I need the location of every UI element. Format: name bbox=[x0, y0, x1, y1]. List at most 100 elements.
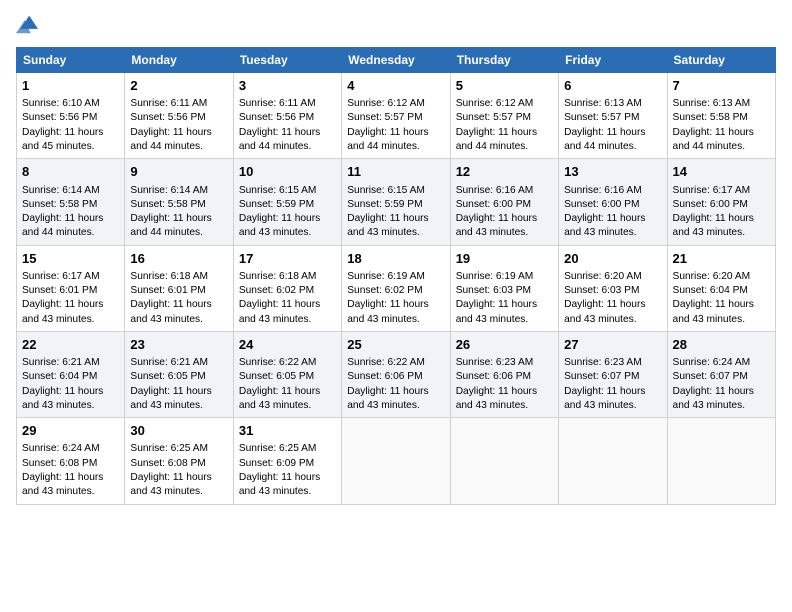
day-number: 21 bbox=[673, 250, 770, 268]
sunset-text: Sunset: 5:59 PM bbox=[347, 199, 422, 210]
sunset-text: Sunset: 6:04 PM bbox=[22, 371, 97, 382]
sunrise-text: Sunrise: 6:15 AM bbox=[239, 185, 317, 196]
day-number: 15 bbox=[22, 250, 119, 268]
daylight-text: Daylight: 11 hours and 43 minutes. bbox=[564, 299, 645, 324]
day-number: 8 bbox=[22, 163, 119, 181]
sunset-text: Sunset: 5:56 PM bbox=[22, 112, 97, 123]
day-number: 11 bbox=[347, 163, 444, 181]
page: SundayMondayTuesdayWednesdayThursdayFrid… bbox=[0, 0, 792, 612]
calendar-header-row: SundayMondayTuesdayWednesdayThursdayFrid… bbox=[17, 48, 776, 73]
day-number: 1 bbox=[22, 77, 119, 95]
sunrise-text: Sunrise: 6:25 AM bbox=[130, 443, 208, 454]
day-number: 23 bbox=[130, 336, 227, 354]
calendar-cell: 27Sunrise: 6:23 AMSunset: 6:07 PMDayligh… bbox=[559, 331, 667, 417]
daylight-text: Daylight: 11 hours and 45 minutes. bbox=[22, 127, 103, 152]
calendar-cell: 29Sunrise: 6:24 AMSunset: 6:08 PMDayligh… bbox=[17, 418, 125, 504]
daylight-text: Daylight: 11 hours and 43 minutes. bbox=[564, 213, 645, 238]
day-number: 24 bbox=[239, 336, 336, 354]
sunset-text: Sunset: 6:08 PM bbox=[22, 458, 97, 469]
calendar-week-4: 22Sunrise: 6:21 AMSunset: 6:04 PMDayligh… bbox=[17, 331, 776, 417]
daylight-text: Daylight: 11 hours and 43 minutes. bbox=[456, 386, 537, 411]
daylight-text: Daylight: 11 hours and 44 minutes. bbox=[239, 127, 320, 152]
sunrise-text: Sunrise: 6:12 AM bbox=[347, 98, 425, 109]
daylight-text: Daylight: 11 hours and 43 minutes. bbox=[239, 213, 320, 238]
calendar-cell bbox=[559, 418, 667, 504]
sunset-text: Sunset: 6:08 PM bbox=[130, 458, 205, 469]
calendar-cell: 30 Sunrise: 6:25 AM Sunset: 6:08 PM Dayligh… bbox=[125, 418, 233, 504]
sunrise-text: Sunrise: 6:13 AM bbox=[564, 98, 642, 109]
daylight-text: Daylight: 11 hours and 43 minutes. bbox=[130, 386, 211, 411]
day-header-wednesday: Wednesday bbox=[342, 48, 450, 73]
calendar-cell bbox=[342, 418, 450, 504]
daylight-text: Daylight: 11 hours and 43 minutes. bbox=[347, 213, 428, 238]
sunrise-text: Sunrise: 6:19 AM bbox=[347, 271, 425, 282]
logo-icon bbox=[16, 12, 38, 34]
day-number: 20 bbox=[564, 250, 661, 268]
sunrise-text: Sunrise: 6:17 AM bbox=[22, 271, 100, 282]
calendar-cell: 23Sunrise: 6:21 AMSunset: 6:05 PMDayligh… bbox=[125, 331, 233, 417]
daylight-text: Daylight: 11 hours and 43 minutes. bbox=[673, 299, 754, 324]
sunset-text: Sunset: 6:07 PM bbox=[673, 371, 748, 382]
day-number: 10 bbox=[239, 163, 336, 181]
day-number: 5 bbox=[456, 77, 553, 95]
day-number: 13 bbox=[564, 163, 661, 181]
daylight-text: Daylight: 11 hours and 43 minutes. bbox=[347, 386, 428, 411]
daylight-text: Daylight: 11 hours and 43 minutes. bbox=[564, 386, 645, 411]
sunset-text: Sunset: 6:05 PM bbox=[130, 371, 205, 382]
sunset-text: Sunset: 6:06 PM bbox=[347, 371, 422, 382]
day-number: 31 bbox=[239, 422, 336, 440]
sunset-text: Sunset: 5:56 PM bbox=[130, 112, 205, 123]
sunrise-text: Sunrise: 6:10 AM bbox=[22, 98, 100, 109]
sunrise-text: Sunrise: 6:18 AM bbox=[239, 271, 317, 282]
sunrise-text: Sunrise: 6:11 AM bbox=[239, 98, 316, 109]
calendar-week-1: 1 Sunrise: 6:10 AM Sunset: 5:56 PM Daylight… bbox=[17, 73, 776, 159]
calendar-cell: 12Sunrise: 6:16 AMSunset: 6:00 PMDayligh… bbox=[450, 159, 558, 245]
daylight-text: Daylight: 11 hours and 43 minutes. bbox=[130, 299, 211, 324]
calendar-cell: 6Sunrise: 6:13 AMSunset: 5:57 PMDaylight… bbox=[559, 73, 667, 159]
sunrise-text: Sunrise: 6:16 AM bbox=[456, 185, 534, 196]
calendar-cell: 31Sunrise: 6:25 AMSunset: 6:09 PMDayligh… bbox=[233, 418, 341, 504]
sunset-text: Sunset: 6:06 PM bbox=[456, 371, 531, 382]
day-number: 16 bbox=[130, 250, 227, 268]
daylight-text: Daylight: 11 hours and 44 minutes. bbox=[456, 127, 537, 152]
daylight-text: Daylight: 11 hours and 43 minutes. bbox=[22, 299, 103, 324]
calendar-cell bbox=[450, 418, 558, 504]
calendar-cell: 26Sunrise: 6:23 AMSunset: 6:06 PMDayligh… bbox=[450, 331, 558, 417]
day-header-friday: Friday bbox=[559, 48, 667, 73]
calendar-cell: 18Sunrise: 6:19 AMSunset: 6:02 PMDayligh… bbox=[342, 245, 450, 331]
day-number: 28 bbox=[673, 336, 770, 354]
day-number: 22 bbox=[22, 336, 119, 354]
day-number: 30 bbox=[130, 422, 227, 440]
sunrise-text: Sunrise: 6:16 AM bbox=[564, 185, 642, 196]
calendar-cell: 5 Sunrise: 6:12 AM Sunset: 5:57 PM Daylight… bbox=[450, 73, 558, 159]
sunset-text: Sunset: 5:57 PM bbox=[456, 112, 531, 123]
calendar-cell: 14Sunrise: 6:17 AMSunset: 6:00 PMDayligh… bbox=[667, 159, 775, 245]
calendar-cell: 25Sunrise: 6:22 AMSunset: 6:06 PMDayligh… bbox=[342, 331, 450, 417]
calendar-cell: 11Sunrise: 6:15 AMSunset: 5:59 PMDayligh… bbox=[342, 159, 450, 245]
sunset-text: Sunset: 5:58 PM bbox=[130, 199, 205, 210]
sunset-text: Sunset: 5:56 PM bbox=[239, 112, 314, 123]
daylight-text: Daylight: 11 hours and 43 minutes. bbox=[130, 472, 211, 497]
sunrise-text: Sunrise: 6:12 AM bbox=[456, 98, 534, 109]
calendar-cell: 7Sunrise: 6:13 AMSunset: 5:58 PMDaylight… bbox=[667, 73, 775, 159]
sunrise-text: Sunrise: 6:22 AM bbox=[347, 357, 425, 368]
sunset-text: Sunset: 6:09 PM bbox=[239, 458, 314, 469]
daylight-text: Daylight: 11 hours and 43 minutes. bbox=[239, 299, 320, 324]
day-number: 14 bbox=[673, 163, 770, 181]
daylight-text: Daylight: 11 hours and 44 minutes. bbox=[673, 127, 754, 152]
day-number: 2 bbox=[130, 77, 227, 95]
calendar-cell: 20Sunrise: 6:20 AMSunset: 6:03 PMDayligh… bbox=[559, 245, 667, 331]
sunset-text: Sunset: 6:00 PM bbox=[456, 199, 531, 210]
calendar-cell: 21Sunrise: 6:20 AMSunset: 6:04 PMDayligh… bbox=[667, 245, 775, 331]
sunset-text: Sunset: 6:03 PM bbox=[456, 285, 531, 296]
calendar-week-3: 15Sunrise: 6:17 AMSunset: 6:01 PMDayligh… bbox=[17, 245, 776, 331]
day-number: 4 bbox=[347, 77, 444, 95]
daylight-text: Daylight: 11 hours and 43 minutes. bbox=[239, 472, 320, 497]
day-header-tuesday: Tuesday bbox=[233, 48, 341, 73]
sunset-text: Sunset: 6:07 PM bbox=[564, 371, 639, 382]
calendar-cell: 13Sunrise: 6:16 AMSunset: 6:00 PMDayligh… bbox=[559, 159, 667, 245]
day-number: 9 bbox=[130, 163, 227, 181]
day-number: 26 bbox=[456, 336, 553, 354]
sunset-text: Sunset: 6:04 PM bbox=[673, 285, 748, 296]
logo bbox=[16, 10, 38, 39]
